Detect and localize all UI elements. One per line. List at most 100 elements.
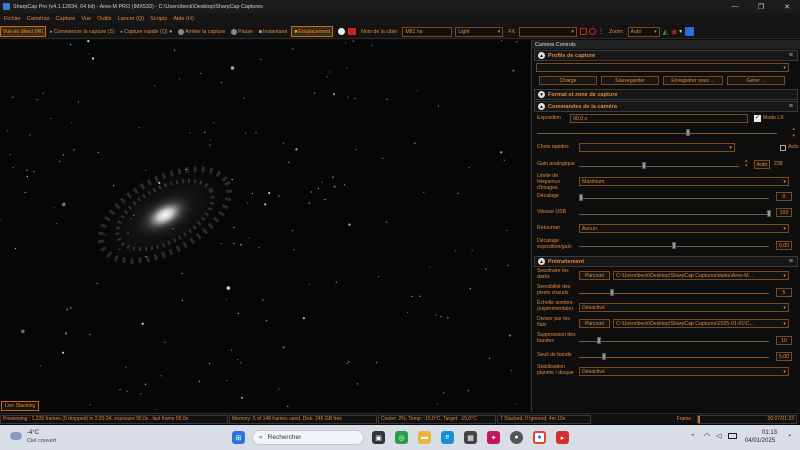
snapshot-button[interactable]: ◙ Instantané (257, 26, 289, 37)
zoom-select[interactable]: Auto ▾ (627, 26, 660, 37)
start-capture-button[interactable]: ▸ Commencer la capture (S) (48, 26, 116, 37)
app-green-icon[interactable]: ◎ (395, 431, 408, 444)
battery-icon[interactable] (728, 433, 737, 439)
live-view-button[interactable]: Vue en direct (W) (0, 26, 47, 37)
store-icon[interactable]: ▦ (464, 431, 477, 444)
edge-icon[interactable]: e (441, 431, 454, 444)
fx-select[interactable]: ▾ (518, 26, 577, 37)
lx-mode-checkbox[interactable]: ✓ (754, 115, 761, 122)
wifi-icon[interactable]: ◠ (704, 432, 710, 440)
histogram-icon[interactable] (579, 28, 587, 35)
menu-outils[interactable]: Outils (97, 16, 111, 22)
image-viewer[interactable] (0, 40, 530, 412)
chrome-icon[interactable]: ● (533, 431, 546, 444)
banding-suppression-slider-track[interactable] (579, 341, 769, 342)
usb-speed-slider-handle[interactable] (767, 210, 771, 217)
offset-value[interactable]: 0 (776, 192, 792, 201)
target-name-input[interactable]: M81 ha (402, 26, 453, 37)
analog-gain-slider-track[interactable] (579, 166, 739, 167)
live-stacking-tab[interactable]: Live Stacking (1, 401, 39, 411)
section-camera-controls[interactable]: ▴ Commandes de la caméra ≡ (534, 101, 798, 112)
menu-fichier[interactable]: Fichier (4, 16, 21, 22)
speaker-icon[interactable]: ◁ (716, 432, 721, 440)
quick-capture-button[interactable]: ▸ Capture rapide (Q) ▾ (119, 26, 174, 37)
hamburger-icon[interactable]: ≡ (789, 258, 793, 265)
load-profile-button[interactable]: Charge (539, 76, 597, 85)
frame-type-select[interactable]: Light ▾ (455, 26, 504, 37)
offset-slider-handle[interactable] (579, 194, 583, 201)
quick-choices-select[interactable]: ▾ (579, 143, 735, 152)
clock-time[interactable]: 01:13 (762, 430, 777, 436)
exposure-gain-offset-value[interactable]: 0,00 (776, 241, 792, 250)
sharpcap-task-icon[interactable]: ● (510, 431, 523, 444)
manage-profiles-button[interactable]: Gérer ... (727, 76, 785, 85)
banding-threshold-slider-track[interactable] (579, 357, 769, 358)
hot-pixel-slider-handle[interactable] (610, 289, 614, 296)
usb-speed-value[interactable]: 100 (776, 208, 792, 217)
stabilisation-select[interactable]: Désactivé ▾ (579, 367, 789, 376)
offset-slider-track[interactable] (579, 198, 769, 199)
exposure-slider-track[interactable] (537, 133, 777, 134)
banding-suppression-slider-handle[interactable] (597, 337, 601, 344)
analog-gain-value[interactable]: 238 (774, 161, 783, 168)
darks-file-select[interactable]: C:\Users\beck\Desktop\SharpCap Captures\… (613, 271, 789, 280)
stop-capture-button[interactable]: Arrêter la capture (176, 26, 227, 37)
analog-gain-auto-button[interactable]: Auto (754, 160, 770, 169)
record-icon[interactable] (338, 28, 346, 35)
task-view-icon[interactable]: ▣ (372, 431, 385, 444)
section-capture-format[interactable]: ▾ Format et zone de capture (534, 89, 798, 100)
flip-select[interactable]: Aucun ▾ (579, 224, 789, 233)
banding-suppression-value[interactable]: 10 (776, 336, 792, 345)
hot-pixel-value[interactable]: 5 (776, 288, 792, 297)
menu-cameras[interactable]: Caméras (27, 16, 50, 22)
exposure-input[interactable]: 90,0 s (570, 114, 748, 123)
section-preprocessing[interactable]: ▴ Prétraitement ≡ (534, 256, 798, 267)
frame-rate-limit-select[interactable]: Maximum ▾ (579, 177, 789, 186)
banding-threshold-slider-handle[interactable] (602, 353, 606, 360)
weather-temp[interactable]: -4°C (27, 430, 39, 436)
remote-desktop-icon[interactable]: ▸ (556, 431, 569, 444)
dark-scale-select[interactable]: Désactivé ▾ (579, 303, 789, 312)
grid-icon[interactable]: ⋮ (598, 28, 604, 35)
profile-select[interactable]: ▾ (536, 63, 789, 72)
menu-vue[interactable]: Vue (81, 16, 91, 22)
annotate-icon[interactable]: ◉ (671, 28, 677, 36)
auto-checkbox[interactable] (780, 145, 786, 151)
pixinsight-icon[interactable]: ✦ (487, 431, 500, 444)
menu-lancer[interactable]: Lancer (Q) (117, 16, 144, 22)
weather-desc[interactable]: Ciel couvert (27, 438, 56, 444)
gain-spin-icon[interactable]: ▴ ▾ (745, 159, 748, 169)
minimize-button[interactable]: — (722, 0, 748, 13)
browse-darks-button[interactable]: Parcouri (579, 271, 610, 280)
file-explorer-icon[interactable]: ▬ (418, 431, 431, 444)
maximize-button[interactable]: ❐ (748, 0, 774, 13)
flats-file-select[interactable]: C:\Users\beck\Desktop\SharpCap Captures\… (613, 319, 789, 328)
analog-gain-slider-handle[interactable] (642, 162, 646, 169)
taskbar-search[interactable]: ⌕ Rechercher (252, 430, 364, 445)
menu-aide[interactable]: Aide (H) (173, 16, 194, 22)
exposure-slider-handle[interactable] (686, 129, 690, 136)
close-button[interactable]: ✕ (774, 0, 800, 13)
brush-icon[interactable] (685, 27, 695, 36)
placement-button[interactable]: ■ Emplacement (291, 26, 334, 37)
exposure-spin-down[interactable]: ▾ (792, 133, 795, 139)
hamburger-icon[interactable]: ≡ (789, 52, 793, 59)
settings-dropdown-icon[interactable]: ▾ (679, 28, 682, 35)
contrast-icon[interactable]: ◭ (663, 28, 668, 36)
usb-speed-slider-track[interactable] (579, 214, 769, 215)
hot-pixel-slider-track[interactable] (579, 293, 769, 294)
chevron-up-icon[interactable]: ⌃ (690, 433, 696, 441)
menu-scripts[interactable]: Scripts (150, 16, 167, 22)
save-profile-button[interactable]: Sauvegarder (601, 76, 659, 85)
clock-date[interactable]: 04/01/2025 (745, 438, 775, 444)
exposure-gain-offset-slider-handle[interactable] (672, 242, 676, 249)
exposure-spin-up[interactable]: ▴ (792, 126, 795, 132)
browse-flats-button[interactable]: Parcouri (579, 319, 610, 328)
hamburger-icon[interactable]: ≡ (789, 103, 793, 110)
notification-bell-icon[interactable]: ◔ (787, 433, 791, 440)
banding-threshold-value[interactable]: 5,00 (776, 352, 792, 361)
save-as-profile-button[interactable]: Enregistrer sous ... (663, 76, 723, 85)
chevron-down-icon[interactable]: ▾ (169, 29, 172, 35)
windows-start-icon[interactable]: ⊞ (232, 431, 245, 444)
menu-capture[interactable]: Capture (56, 16, 76, 22)
